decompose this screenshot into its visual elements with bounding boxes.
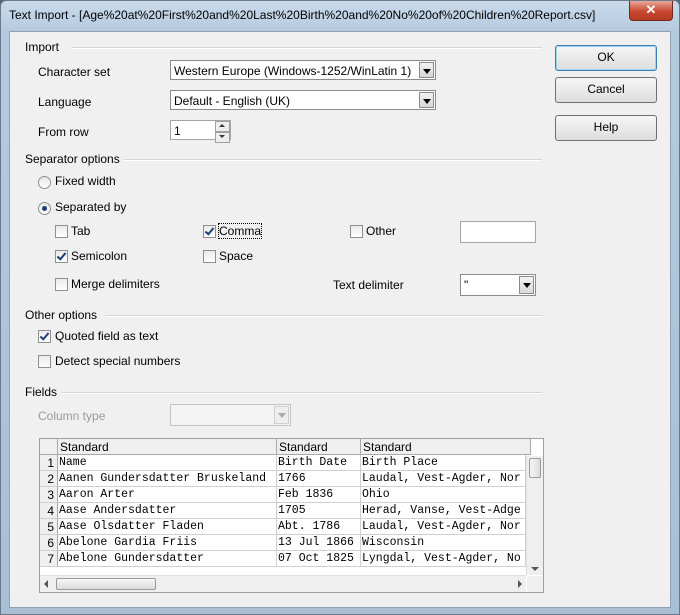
- column-type-select[interactable]: [170, 404, 291, 426]
- detect-special-numbers-checkbox[interactable]: [38, 355, 51, 368]
- spin-down-icon[interactable]: [215, 132, 230, 143]
- title-bar[interactable]: Text Import - [Age%20at%20First%20and%20…: [1, 1, 679, 31]
- preview-table[interactable]: Standard Standard Standard 1 Name Birth …: [39, 438, 544, 593]
- merge-delimiters-label[interactable]: Merge delimiters: [71, 277, 160, 291]
- character-set-select[interactable]: Western Europe (Windows-1252/WinLatin 1): [170, 60, 436, 80]
- table-cell[interactable]: Abelone Gundersdatter: [58, 551, 277, 567]
- character-set-value: Western Europe (Windows-1252/WinLatin 1): [174, 64, 412, 78]
- table-cell[interactable]: 1766: [277, 471, 361, 487]
- row-number: 6: [40, 535, 58, 551]
- other-options-line: [106, 315, 542, 317]
- table-cell[interactable]: Laudal, Vest-Agder, Nor: [361, 471, 526, 487]
- table-cell[interactable]: Name: [58, 455, 277, 471]
- vertical-scroll-thumb[interactable]: [529, 458, 541, 478]
- language-select[interactable]: Default - English (UK): [170, 90, 436, 110]
- semicolon-checkbox[interactable]: [55, 250, 68, 263]
- table-cell[interactable]: Wisconsin: [361, 535, 526, 551]
- column-header[interactable]: Standard: [361, 439, 531, 455]
- table-cell[interactable]: 13 Jul 1866: [277, 535, 361, 551]
- table-cell[interactable]: Aase Olsdatter Fladen: [58, 519, 277, 535]
- column-header[interactable]: Standard: [58, 439, 277, 455]
- fixed-width-label[interactable]: Fixed width: [55, 174, 116, 188]
- from-row-label: From row: [38, 125, 89, 139]
- comma-label[interactable]: Comma: [217, 223, 263, 239]
- separated-by-radio[interactable]: [38, 202, 51, 215]
- horizontal-scroll-thumb[interactable]: [56, 578, 156, 590]
- row-number: 3: [40, 487, 58, 503]
- dialog-body: Import Character set Western Europe (Win…: [9, 31, 671, 608]
- row-number: 1: [40, 455, 58, 471]
- table-cell[interactable]: Lyngdal, Vest-Agder, No: [361, 551, 526, 567]
- column-header[interactable]: Standard: [277, 439, 361, 455]
- cancel-button[interactable]: Cancel: [555, 77, 657, 103]
- text-delimiter-value: ": [464, 278, 469, 292]
- language-value: Default - English (UK): [174, 94, 291, 108]
- row-number: 5: [40, 519, 58, 535]
- quoted-field-checkbox[interactable]: [38, 330, 51, 343]
- text-delimiter-label: Text delimiter: [333, 278, 404, 292]
- import-heading: Import: [25, 40, 60, 54]
- other-options-heading: Other options: [25, 308, 98, 322]
- chevron-down-icon[interactable]: [419, 62, 434, 78]
- row-number: 7: [40, 551, 58, 567]
- table-cell[interactable]: Aaron Arter: [58, 487, 277, 503]
- table-cell[interactable]: Birth Place: [361, 455, 526, 471]
- separated-by-label[interactable]: Separated by: [55, 200, 126, 214]
- other-checkbox[interactable]: [350, 225, 363, 238]
- text-delimiter-select[interactable]: ": [460, 274, 536, 296]
- separator-options-line: [124, 159, 542, 161]
- table-cell[interactable]: Herad, Vanse, Vest-Adge: [361, 503, 526, 519]
- table-cell[interactable]: Ohio: [361, 487, 526, 503]
- space-checkbox[interactable]: [203, 250, 216, 263]
- table-cell[interactable]: 1705: [277, 503, 361, 519]
- help-button[interactable]: Help: [555, 115, 657, 141]
- language-label: Language: [38, 95, 92, 109]
- import-separator: [72, 47, 542, 49]
- table-cell[interactable]: Feb 1836: [277, 487, 361, 503]
- scroll-left-icon[interactable]: [44, 580, 48, 588]
- detect-special-numbers-label[interactable]: Detect special numbers: [55, 354, 180, 368]
- chevron-down-icon[interactable]: [274, 406, 289, 424]
- scroll-down-icon[interactable]: [531, 567, 539, 571]
- merge-delimiters-checkbox[interactable]: [55, 278, 68, 291]
- space-label[interactable]: Space: [219, 249, 253, 263]
- other-input[interactable]: [460, 221, 536, 243]
- scroll-right-icon[interactable]: [518, 580, 522, 588]
- table-cell[interactable]: Birth Date: [277, 455, 361, 471]
- text-import-dialog: Text Import - [Age%20at%20First%20and%20…: [0, 0, 680, 615]
- table-cell[interactable]: Abelone Gardia Friis: [58, 535, 277, 551]
- vertical-scrollbar[interactable]: [526, 456, 543, 575]
- character-set-label: Character set: [38, 65, 111, 79]
- chevron-down-icon[interactable]: [419, 92, 434, 108]
- other-label[interactable]: Other: [366, 224, 396, 238]
- scrollbar-corner: [527, 576, 543, 592]
- row-number: 4: [40, 503, 58, 519]
- separator-options-heading: Separator options: [25, 152, 120, 166]
- tab-label[interactable]: Tab: [71, 224, 90, 238]
- spin-up-icon[interactable]: [215, 121, 230, 132]
- table-cell[interactable]: Aase Andersdatter: [58, 503, 277, 519]
- table-cell[interactable]: Aanen Gundersdatter Bruskeland: [58, 471, 277, 487]
- column-type-label: Column type: [38, 409, 106, 423]
- chevron-down-icon[interactable]: [519, 276, 534, 294]
- from-row-spinner[interactable]: 1: [170, 120, 231, 143]
- comma-checkbox[interactable]: [203, 225, 216, 238]
- quoted-field-label[interactable]: Quoted field as text: [55, 329, 158, 343]
- close-icon[interactable]: ✕: [629, 1, 673, 21]
- row-number: 2: [40, 471, 58, 487]
- spinner-buttons[interactable]: [215, 121, 230, 143]
- from-row-value: 1: [174, 124, 181, 138]
- table-cell[interactable]: 07 Oct 1825: [277, 551, 361, 567]
- fields-line: [62, 392, 542, 394]
- semicolon-label[interactable]: Semicolon: [71, 249, 127, 263]
- tab-checkbox[interactable]: [55, 225, 68, 238]
- corner-header: [40, 439, 58, 455]
- horizontal-scrollbar[interactable]: [40, 575, 526, 592]
- table-cell[interactable]: Abt. 1786: [277, 519, 361, 535]
- fixed-width-radio[interactable]: [38, 176, 51, 189]
- ok-button[interactable]: OK: [555, 45, 657, 71]
- fields-heading: Fields: [25, 385, 58, 399]
- table-cell[interactable]: Laudal, Vest-Agder, Nor: [361, 519, 526, 535]
- window-title: Text Import - [Age%20at%20First%20and%20…: [9, 8, 596, 22]
